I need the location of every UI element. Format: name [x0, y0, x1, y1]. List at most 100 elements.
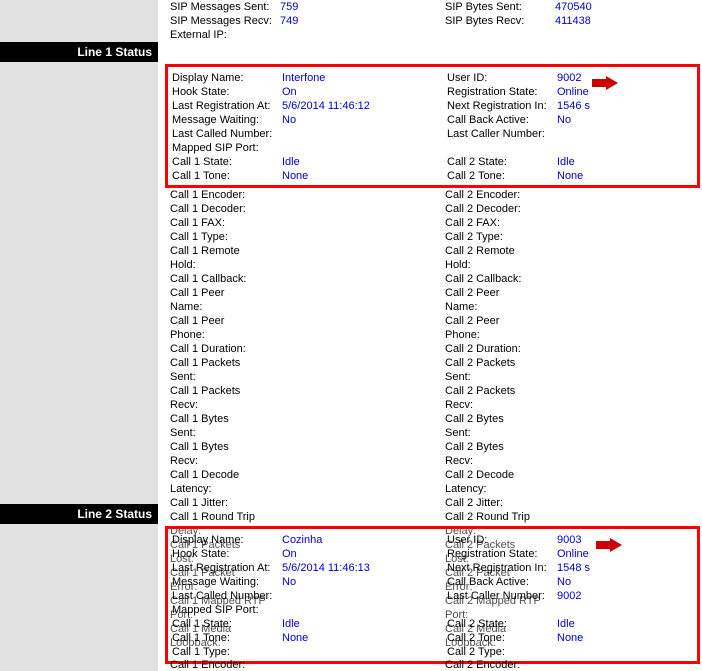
l1-mapped-value	[282, 141, 447, 155]
call-stat-value	[555, 202, 702, 216]
call-stat-label: Call 1 Packets	[170, 384, 280, 398]
l1-c1state-label: Call 1 State:	[172, 155, 282, 169]
call-stat-value	[555, 468, 702, 482]
l1-lastreg-value: 5/6/2014 11:46:12	[282, 99, 447, 113]
l2-c1tone-value: None	[282, 631, 447, 645]
left-column: Line 1 Status Line 2 Status	[0, 0, 158, 671]
l1-c2state-label: Call 2 State:	[447, 155, 557, 169]
sip-msg-sent-label: SIP Messages Sent:	[170, 0, 280, 14]
l2-c1state-label: Call 1 State:	[172, 617, 282, 631]
l1-lastreg-label: Last Registration At:	[172, 99, 282, 113]
l2-regstate-value: Online	[557, 547, 702, 561]
call-stat-value	[555, 314, 702, 328]
call-stat-label: Recv:	[445, 454, 555, 468]
l2-hook-value: On	[282, 547, 447, 561]
l2-lastcalled-value	[282, 589, 447, 603]
l1-regstate-value: Online	[557, 85, 702, 99]
line1-status-header: Line 1 Status	[0, 42, 158, 62]
l2-userid-label: User ID:	[447, 533, 557, 547]
call-stat-value	[280, 314, 445, 328]
call-stat-value	[280, 188, 445, 202]
call-stat-label: Call 2 Encoder:	[445, 658, 555, 671]
l2-mapped-label: Mapped SIP Port:	[172, 603, 282, 617]
call-stat-value	[555, 440, 702, 454]
call-stat-label: Recv:	[170, 454, 280, 468]
call-stat-label: Hold:	[170, 258, 280, 272]
call-stat-value	[280, 658, 445, 671]
l1-mapped-label: Mapped SIP Port:	[172, 141, 282, 155]
call-stat-value	[280, 216, 445, 230]
l2-lastreg-label: Last Registration At:	[172, 561, 282, 575]
sip-msg-recv-label: SIP Messages Recv:	[170, 14, 280, 28]
sip-bytes-sent-value: 470540	[555, 0, 702, 14]
call-stat-label: Latency:	[170, 482, 280, 496]
l1-c2tone-label: Call 2 Tone:	[447, 169, 557, 183]
l1-lastcalled-label: Last Called Number:	[172, 127, 282, 141]
l1-userid-label: User ID:	[447, 71, 557, 85]
call-stat-label: Phone:	[445, 328, 555, 342]
call-stat-label: Call 1 Jitter:	[170, 496, 280, 510]
l2-regstate-label: Registration State:	[447, 547, 557, 561]
l2-display-value: Cozinha	[282, 533, 447, 547]
l2-userid-value: 9003	[557, 533, 702, 547]
call-stat-value	[280, 412, 445, 426]
external-ip-value	[280, 28, 445, 42]
main-column: SIP Messages Sent: 759 SIP Bytes Sent: 4…	[158, 0, 702, 671]
call-stat-value	[555, 188, 702, 202]
call-stat-label: Call 2 Decoder:	[445, 202, 555, 216]
call-stat-value	[555, 356, 702, 370]
call-stat-value	[280, 356, 445, 370]
call-stat-value	[555, 658, 702, 671]
call-stat-label: Sent:	[170, 370, 280, 384]
call-stat-label: Call 1 Callback:	[170, 272, 280, 286]
line2-status-header: Line 2 Status	[0, 504, 158, 524]
call-stat-label: Name:	[170, 300, 280, 314]
call-stat-label: Call 2 Bytes	[445, 440, 555, 454]
call-stat-label: Call 2 Remote	[445, 244, 555, 258]
l2-msgwait-label: Message Waiting:	[172, 575, 282, 589]
call-stat-value	[555, 216, 702, 230]
call-stat-value	[280, 510, 445, 524]
call-stat-label: Call 2 Jitter:	[445, 496, 555, 510]
call-stat-label: Call 2 Peer	[445, 286, 555, 300]
call-stat-label: Call 1 Bytes	[170, 440, 280, 454]
call-stat-label: Call 2 Callback:	[445, 272, 555, 286]
call-stat-label: Call 2 Round Trip	[445, 510, 555, 524]
l1-regstate-label: Registration State:	[447, 85, 557, 99]
l2-callback-value: No	[557, 575, 702, 589]
call-stat-value	[555, 510, 702, 524]
line2-highlight-box: Display Name: Cozinha User ID: 9003 Hook…	[165, 526, 700, 664]
l1-c1tone-label: Call 1 Tone:	[172, 169, 282, 183]
sip-msg-sent-value: 759	[280, 0, 445, 14]
line2-grid: Display Name: Cozinha User ID: 9003 Hook…	[172, 533, 693, 659]
call-stat-label: Call 1 Decoder:	[170, 202, 280, 216]
call-stat-label: Call 1 Type:	[170, 230, 280, 244]
call-stat-label: Call 2 Encoder:	[445, 188, 555, 202]
call-stat-label: Phone:	[170, 328, 280, 342]
call-stat-value	[555, 286, 702, 300]
call-stat-label: Call 1 Peer	[170, 314, 280, 328]
l1-userid-value: 9002	[557, 71, 702, 85]
call-stat-label: Latency:	[445, 482, 555, 496]
l2-lastcaller-value: 9002	[557, 589, 702, 603]
call-stat-label: Call 1 Remote	[170, 244, 280, 258]
l1-c2tone-value: None	[557, 169, 702, 183]
line2-extended-grid: Call 1 Encoder:Call 2 Encoder:Call 1 Dec…	[170, 658, 702, 671]
call-stat-value	[555, 412, 702, 426]
l2-lastreg-value: 5/6/2014 11:46:13	[282, 561, 447, 575]
call-stat-label: Name:	[445, 300, 555, 314]
call-stat-label: Call 1 Encoder:	[170, 658, 280, 671]
l2-c2state-label: Call 2 State:	[447, 617, 557, 631]
l2-hook-label: Hook State:	[172, 547, 282, 561]
external-ip-label: External IP:	[170, 28, 280, 42]
sip-bytes-sent-label: SIP Bytes Sent:	[445, 0, 555, 14]
sip-msg-recv-value: 749	[280, 14, 445, 28]
call-stat-label: Call 2 Packets	[445, 356, 555, 370]
l2-c1type-value	[282, 645, 447, 659]
call-stat-label: Call 2 Type:	[445, 230, 555, 244]
call-stat-label: Call 2 FAX:	[445, 216, 555, 230]
line1-grid: Display Name: Interfone User ID: 9002 Ho…	[172, 71, 693, 183]
line1-highlight-box: Display Name: Interfone User ID: 9002 Ho…	[165, 64, 700, 188]
call-stat-label: Call 1 Bytes	[170, 412, 280, 426]
call-stat-label: Call 1 Encoder:	[170, 188, 280, 202]
